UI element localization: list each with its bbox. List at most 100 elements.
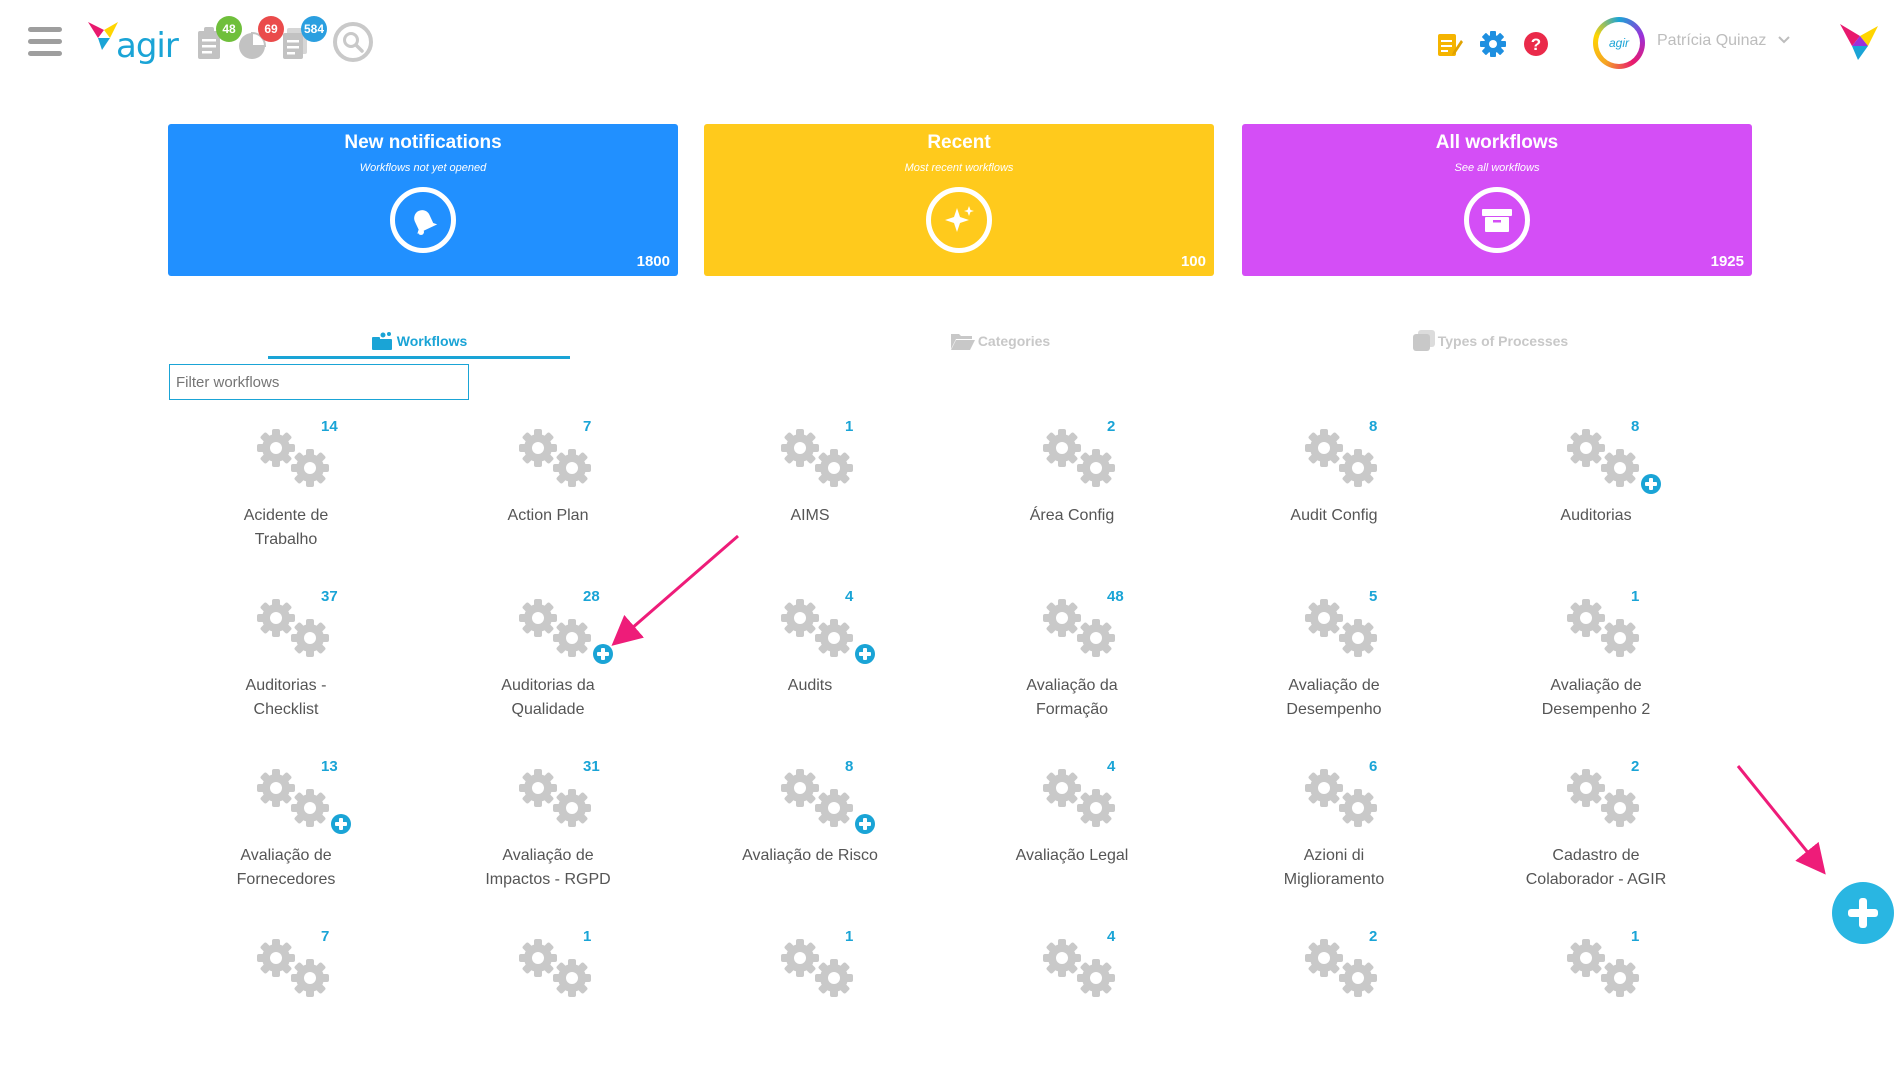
workflow-item[interactable]: 1: [1496, 928, 1696, 1078]
workflow-item[interactable]: 7 Action Plan: [448, 418, 648, 568]
svg-text:?: ?: [1531, 35, 1541, 54]
workflow-item[interactable]: 2 Cadastro de Colaborador - AGIR: [1496, 758, 1696, 908]
workflow-label-line1: Cadastro de: [1552, 847, 1640, 864]
gears-icon: [1567, 769, 1639, 827]
gears-icon-wrap: [1566, 598, 1646, 660]
workflow-item[interactable]: 4: [972, 928, 1172, 1078]
gears-icon: [1043, 939, 1115, 997]
workflow-count: 7: [583, 418, 592, 435]
workflow-label: Avaliação da Formação: [972, 674, 1172, 722]
avatar[interactable]: agir: [1593, 17, 1645, 69]
workflow-label-line2: Formação: [1035, 701, 1109, 718]
workflow-item[interactable]: 14 Acidente de Trabalho: [186, 418, 386, 568]
gears-icon-wrap: [1042, 768, 1122, 830]
workflow-item[interactable]: 37 Auditorias - Checklist: [186, 588, 386, 738]
workflow-item[interactable]: 48 Avaliação da Formação: [972, 588, 1172, 738]
gears-icon-wrap: [518, 938, 598, 1000]
workflow-item[interactable]: 8 Avaliação de Risco: [710, 758, 910, 908]
new-notifications-card[interactable]: New notifications Workflows not yet open…: [168, 124, 678, 276]
workflow-item[interactable]: 6 Azioni di Miglioramento: [1234, 758, 1434, 908]
tasks-button[interactable]: 48: [196, 16, 242, 62]
gear-icon: [1480, 31, 1506, 57]
gears-icon-wrap: [1304, 428, 1384, 490]
workflow-item[interactable]: 28 Auditorias da Qualidade: [448, 588, 648, 738]
workflow-item[interactable]: 1 Avaliação de Desempenho 2: [1496, 588, 1696, 738]
workflow-item[interactable]: 8 Auditorias: [1496, 418, 1696, 568]
gears-icon: [1305, 599, 1377, 657]
workflow-count: 6: [1369, 758, 1378, 775]
top-bar: agir 48 69 584 ? agir Patrícia Quinaz: [0, 0, 1899, 88]
workflow-item[interactable]: 4 Audits: [710, 588, 910, 738]
workflow-item[interactable]: 2: [1234, 928, 1434, 1078]
workflow-count: 4: [1107, 758, 1116, 775]
workflow-item[interactable]: 1 AIMS: [710, 418, 910, 568]
gears-icon-wrap: [518, 768, 598, 830]
workflow-item[interactable]: 31 Avaliação de Impactos - RGPD: [448, 758, 648, 908]
plus-icon: [335, 818, 347, 830]
add-icon[interactable]: [1641, 474, 1661, 494]
workflow-item[interactable]: 13 Avaliação de Fornecedores: [186, 758, 386, 908]
workflow-label: Avaliação de Risco: [710, 844, 910, 868]
workflow-item[interactable]: 1: [448, 928, 648, 1078]
tab-categories[interactable]: Categories: [880, 326, 1120, 356]
workflow-item[interactable]: 7: [186, 928, 386, 1078]
workflow-label: AIMS: [710, 504, 910, 528]
workflow-label-line1: Auditorias -: [245, 677, 327, 694]
gears-icon: [257, 429, 329, 487]
card-count: 100: [1180, 253, 1206, 270]
add-workflow-button[interactable]: [1832, 882, 1894, 944]
add-icon[interactable]: [855, 814, 875, 834]
workflow-label-line1: Avaliação de: [240, 847, 332, 864]
add-icon[interactable]: [855, 644, 875, 664]
workflow-label-line1: Avaliação de: [1550, 677, 1642, 694]
card-title: Recent: [927, 132, 991, 153]
gears-icon-wrap: [1042, 598, 1122, 660]
workflow-count: 1: [1631, 588, 1640, 605]
plus-icon: [1645, 478, 1657, 490]
workflow-label-line2: Qualidade: [511, 701, 585, 718]
menu-icon[interactable]: [28, 27, 62, 57]
workflow-label: Azioni di Miglioramento: [1234, 844, 1434, 892]
tab-label: Types of Processes: [1437, 333, 1569, 349]
workflow-item[interactable]: 1: [710, 928, 910, 1078]
workflow-label-line2: Miglioramento: [1283, 871, 1385, 888]
filter-workflows-input[interactable]: [169, 364, 469, 400]
workflow-item[interactable]: 2 Área Config: [972, 418, 1172, 568]
card-subtitle: Most recent workflows: [904, 162, 1014, 174]
all-workflows-card[interactable]: All workflows See all workflows 1925: [1242, 124, 1752, 276]
workflow-folder-icon: [371, 332, 392, 350]
gears-icon: [257, 939, 329, 997]
agir-logo[interactable]: agir: [88, 18, 179, 68]
user-menu[interactable]: Patrícia Quinaz: [1657, 32, 1791, 50]
gears-icon: [257, 599, 329, 657]
workflow-item[interactable]: 4 Avaliação Legal: [972, 758, 1172, 908]
add-icon[interactable]: [331, 814, 351, 834]
recent-card[interactable]: Recent Most recent workflows 100: [704, 124, 1214, 276]
workflow-item[interactable]: 8 Audit Config: [1234, 418, 1434, 568]
notes-button[interactable]: [1435, 30, 1463, 58]
workflow-label-line1: Avaliação de: [1288, 677, 1380, 694]
workflow-item[interactable]: 5 Avaliação de Desempenho: [1234, 588, 1434, 738]
add-icon[interactable]: [593, 644, 613, 664]
workflow-count: 4: [1107, 928, 1116, 945]
workflow-label-line1: Audits: [787, 677, 833, 694]
gears-icon-wrap: [256, 768, 336, 830]
settings-button[interactable]: [1479, 30, 1507, 58]
charts-button[interactable]: 69: [238, 16, 284, 62]
tab-workflows[interactable]: Workflows: [268, 326, 570, 359]
tab-types-of-processes[interactable]: Types of Processes: [1370, 326, 1610, 356]
workflow-label: Auditorias da Qualidade: [448, 674, 648, 722]
workflow-label: Avaliação de Impactos - RGPD: [448, 844, 648, 892]
help-button[interactable]: ?: [1522, 30, 1550, 58]
workflow-label-line2: Desempenho: [1286, 701, 1382, 718]
card-title: All workflows: [1435, 132, 1559, 153]
documents-button[interactable]: 584: [281, 16, 327, 62]
card-subtitle: See all workflows: [1454, 162, 1540, 174]
gears-icon: [1043, 769, 1115, 827]
search-button[interactable]: [333, 22, 373, 62]
plus-icon: [1848, 898, 1878, 928]
workflow-label: Avaliação Legal: [972, 844, 1172, 868]
gears-icon-wrap: [256, 938, 336, 1000]
tab-label: Workflows: [396, 333, 468, 349]
gears-icon-wrap: [780, 938, 860, 1000]
